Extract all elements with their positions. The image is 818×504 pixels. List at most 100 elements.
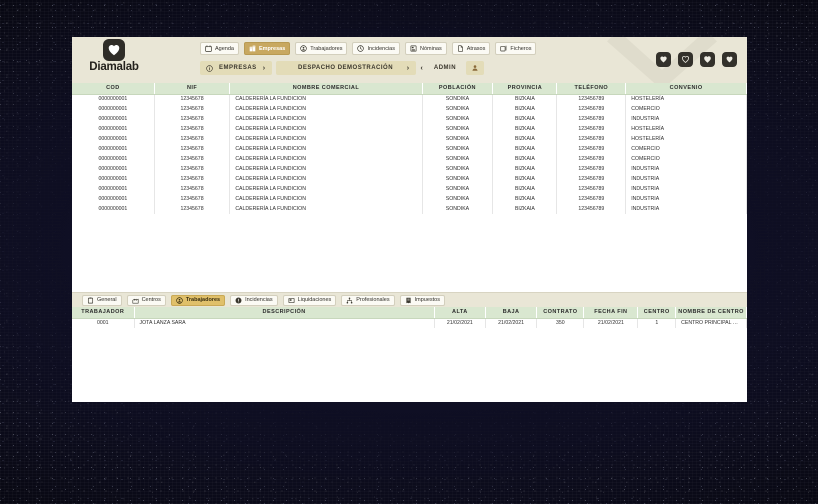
breadcrumb-despacho[interactable]: DESPACHO DEMOSTRACIÓN › (276, 61, 416, 75)
table-cell: BIZKAIA (493, 154, 557, 164)
column-header-nif[interactable]: NIF (154, 83, 230, 94)
breadcrumb-level2-arrow: › (407, 65, 410, 72)
column-header-descripcion[interactable]: DESCRIPCIÓN (134, 307, 434, 318)
detail-tab-centros[interactable]: Centros (127, 295, 166, 306)
workers-header-row: TRABAJADOR DESCRIPCIÓN ALTA BAJA CONTRAT… (72, 307, 747, 318)
column-header-trabajador[interactable]: TRABAJADOR (72, 307, 134, 318)
header-actions (656, 52, 737, 67)
breadcrumb-back-arrow[interactable]: ‹ (420, 65, 424, 72)
table-row[interactable]: 000000000112345678CALDERERÍA LA FUNDICIO… (72, 164, 747, 174)
column-header-baja[interactable]: BAJA (485, 307, 536, 318)
table-cell: 12345678 (154, 154, 230, 164)
table-row[interactable]: 000000000112345678CALDERERÍA LA FUNDICIO… (72, 94, 747, 104)
detail-tab-impuestos[interactable]: Impuestos (400, 295, 445, 306)
user-circle-icon (176, 297, 183, 304)
nav-tab-label: Atrasos (467, 46, 486, 52)
nav-tab-label: Incidencias (367, 46, 395, 52)
table-cell: SONDIKA (422, 104, 493, 114)
detail-tab-incidencias[interactable]: Incidencias (230, 295, 278, 306)
column-header-poblacion[interactable]: POBLACIÓN (422, 83, 493, 94)
breadcrumb-level3-label: ADMIN (434, 65, 456, 71)
table-row[interactable]: 000000000112345678CALDERERÍA LA FUNDICIO… (72, 124, 747, 134)
table-row[interactable]: 000000000112345678CALDERERÍA LA FUNDICIO… (72, 184, 747, 194)
table-cell: CALDERERÍA LA FUNDICION (230, 204, 422, 214)
breadcrumb-admin[interactable]: ADMIN (428, 61, 462, 75)
table-cell: INDUSTRIA (626, 204, 747, 214)
folder-icon (500, 45, 507, 52)
table-cell: BIZKAIA (493, 134, 557, 144)
column-header-alta[interactable]: ALTA (434, 307, 485, 318)
table-cell: 123456789 (557, 124, 626, 134)
workers-table: TRABAJADOR DESCRIPCIÓN ALTA BAJA CONTRAT… (72, 307, 747, 328)
nav-tab-trabajadores[interactable]: Trabajadores (295, 42, 347, 55)
detail-tab-trabajadores[interactable]: Trabajadores (171, 295, 225, 306)
nav-tab-empresas[interactable]: Empresas (244, 42, 290, 55)
column-header-fecha-fin[interactable]: FECHA FIN (584, 307, 638, 318)
table-cell: 0000000001 (72, 134, 154, 144)
table-cell: 0000000001 (72, 184, 154, 194)
action-icon-4[interactable] (722, 52, 737, 67)
workers-grid: TRABAJADOR DESCRIPCIÓN ALTA BAJA CONTRAT… (72, 307, 747, 392)
detail-tab-profesionales[interactable]: Profesionales (341, 295, 394, 306)
column-header-contrato[interactable]: CONTRATO (537, 307, 584, 318)
detail-tab-label: General (97, 297, 117, 303)
detail-tab-liquidaciones[interactable]: Liquidaciones (283, 295, 337, 306)
table-cell: SONDIKA (422, 154, 493, 164)
breadcrumb-level1-label: EMPRESAS (219, 65, 257, 71)
table-row[interactable]: 000000000112345678CALDERERÍA LA FUNDICIO… (72, 194, 747, 204)
table-row[interactable]: 000000000112345678CALDERERÍA LA FUNDICIO… (72, 134, 747, 144)
column-header-centro[interactable]: CENTRO (638, 307, 676, 318)
table-cell: 12345678 (154, 174, 230, 184)
table-row[interactable]: 000000000112345678CALDERERÍA LA FUNDICIO… (72, 144, 747, 154)
table-cell: 0000000001 (72, 144, 154, 154)
detail-tab-label: Incidencias (245, 297, 273, 303)
companies-grid-empty-area (72, 214, 747, 292)
table-row[interactable]: 000000000112345678CALDERERÍA LA FUNDICIO… (72, 174, 747, 184)
nav-tab-nominas[interactable]: Nóminas (405, 42, 447, 55)
column-header-telefono[interactable]: TELÉFONO (557, 83, 626, 94)
column-header-cod[interactable]: COD (72, 83, 154, 94)
table-cell: INDUSTRIA (626, 164, 747, 174)
building-icon (249, 45, 256, 52)
detail-tab-label: Trabajadores (186, 297, 220, 303)
breadcrumb-empresas[interactable]: EMPRESAS › (200, 61, 272, 75)
table-cell: HOSTELERÍA (626, 94, 747, 104)
user-menu-button[interactable] (466, 61, 484, 75)
heart-square-icon (703, 55, 712, 64)
application-window: Diamalab Agenda Empresa (72, 37, 747, 402)
column-header-nombre[interactable]: NOMBRE COMERCIAL (230, 83, 422, 94)
action-icon-2[interactable] (678, 52, 693, 67)
table-cell: CALDERERÍA LA FUNDICION (230, 194, 422, 204)
table-cell: 12345678 (154, 184, 230, 194)
table-cell: 0000000001 (72, 104, 154, 114)
table-row[interactable]: 0001JOTA LANZA SARA21/02/202121/02/20213… (72, 318, 747, 328)
detail-tabs: General Centros Trabajadores Incidencias (72, 292, 747, 307)
table-row[interactable]: 000000000112345678CALDERERÍA LA FUNDICIO… (72, 204, 747, 214)
nav-tab-label: Ficheros (510, 46, 531, 52)
table-cell: BIZKAIA (493, 164, 557, 174)
table-row[interactable]: 000000000112345678CALDERERÍA LA FUNDICIO… (72, 104, 747, 114)
detail-tab-label: Liquidaciones (298, 297, 332, 303)
table-row[interactable]: 000000000112345678CALDERERÍA LA FUNDICIO… (72, 154, 747, 164)
table-cell: 12345678 (154, 194, 230, 204)
table-cell: BIZKAIA (493, 104, 557, 114)
column-header-convenio[interactable]: CONVENIO (626, 83, 747, 94)
nav-tab-agenda[interactable]: Agenda (200, 42, 239, 55)
table-cell: 21/02/2021 (485, 318, 536, 328)
table-cell: 123456789 (557, 204, 626, 214)
nav-tab-ficheros[interactable]: Ficheros (495, 42, 536, 55)
companies-grid: COD NIF NOMBRE COMERCIAL POBLACIÓN PROVI… (72, 83, 747, 292)
action-icon-1[interactable] (656, 52, 671, 67)
table-cell: SONDIKA (422, 184, 493, 194)
column-header-nombre-centro[interactable]: NOMBRE DE CENTRO (676, 307, 747, 318)
column-header-provincia[interactable]: PROVINCIA (493, 83, 557, 94)
nav-tab-incidencias[interactable]: Incidencias (352, 42, 400, 55)
action-icon-3[interactable] (700, 52, 715, 67)
table-cell: 12345678 (154, 104, 230, 114)
table-cell: COMERCIO (626, 144, 747, 154)
companies-header-row: COD NIF NOMBRE COMERCIAL POBLACIÓN PROVI… (72, 83, 747, 94)
table-cell: 0000000001 (72, 164, 154, 174)
detail-tab-general[interactable]: General (82, 295, 122, 306)
nav-tab-atrasos[interactable]: Atrasos (452, 42, 491, 55)
table-row[interactable]: 000000000112345678CALDERERÍA LA FUNDICIO… (72, 114, 747, 124)
